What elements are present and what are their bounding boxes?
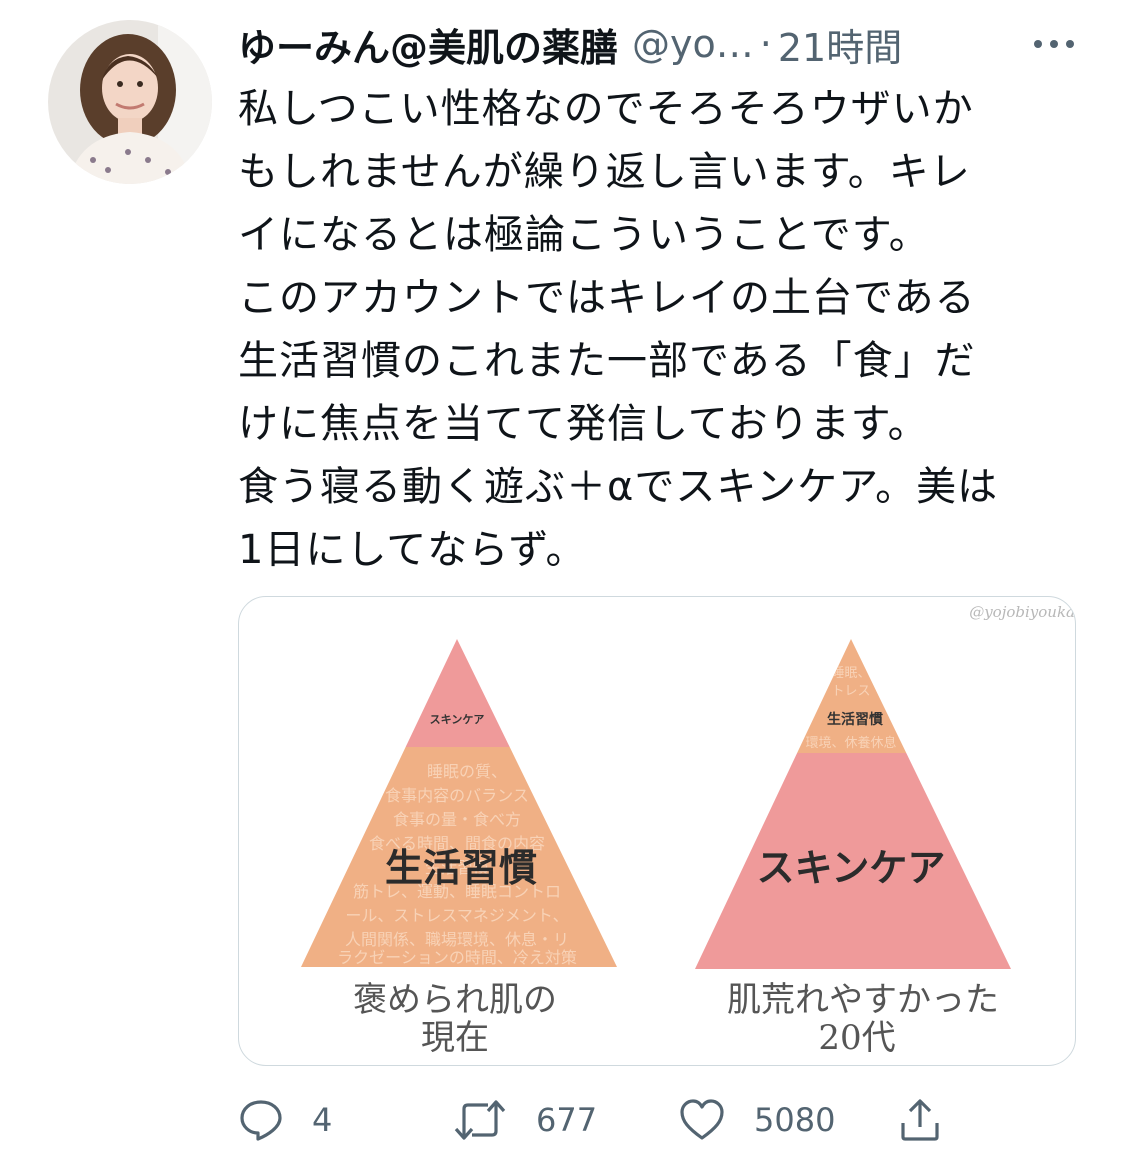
left-bg-text: 人間関係、職場環境、休息・リ bbox=[345, 930, 569, 949]
tweet-text-line: 生活習慣のこれまた一部である「食」だ bbox=[238, 338, 976, 384]
right-caption-line2: 20代 bbox=[818, 1018, 895, 1058]
left-bg-text: 食事の量・食べ方 bbox=[393, 810, 521, 829]
left-bg-text: ラクゼーションの時間、冷え対策 bbox=[337, 948, 577, 967]
share-button[interactable] bbox=[898, 1088, 942, 1152]
right-caption-line1: 肌荒れやすかった bbox=[727, 980, 999, 1020]
right-top-label: 生活習慣 bbox=[827, 711, 883, 728]
left-main-label: 生活習慣 bbox=[385, 846, 537, 890]
right-bg-text: トレス bbox=[831, 684, 870, 699]
reply-icon bbox=[240, 1100, 282, 1141]
left-caption-line2: 現在 bbox=[421, 1018, 489, 1058]
right-main-label: スキンケア bbox=[757, 846, 946, 890]
tweet-action-bar: 4 677 5080 bbox=[238, 1088, 998, 1152]
tweet-text-line: 食う寝る動く遊ぶ＋αでスキンケア。美は bbox=[238, 464, 999, 510]
pyramid-comparison-image: @yojobiyouka 睡眠の質、 食事内容のバランス 食事の量・食べ方 食べ… bbox=[301, 603, 1075, 1058]
retweet-button[interactable]: 677 bbox=[452, 1088, 597, 1152]
reply-button[interactable]: 4 bbox=[238, 1088, 332, 1152]
tweet-text-line: もしれませんが繰り返し言います。キレ bbox=[238, 149, 971, 195]
retweet-icon bbox=[454, 1100, 506, 1140]
tweet-text-line: けに焦点を当てて発信しております。 bbox=[238, 401, 929, 447]
left-bg-text: ール、ストレスマネジメント、 bbox=[345, 906, 568, 925]
right-bg-text: 睡眠、 bbox=[831, 666, 870, 681]
author-name[interactable]: ゆーみん@美肌の薬膳 bbox=[238, 17, 618, 72]
tweet-text-line: 1日にしてならず。 bbox=[238, 527, 587, 573]
left-bg-text: 睡眠の質、 bbox=[427, 762, 507, 781]
avatar-photo bbox=[48, 20, 212, 184]
header-separator: · bbox=[759, 22, 772, 66]
avatar[interactable] bbox=[48, 20, 212, 184]
image-watermark: @yojobiyouka bbox=[969, 603, 1075, 621]
left-top-label: スキンケア bbox=[430, 713, 485, 726]
author-handle[interactable]: @yo… bbox=[632, 22, 754, 66]
like-button[interactable]: 5080 bbox=[678, 1088, 835, 1152]
tweet-text-line: 私しつこい性格なのでそろそろウザいか bbox=[238, 86, 974, 132]
tweet-text-line: このアカウントではキレイの土台である bbox=[238, 275, 976, 321]
tweet-header: ゆーみん@美肌の薬膳 @yo… · 21時間 bbox=[238, 14, 1088, 74]
heart-icon bbox=[680, 1099, 724, 1140]
left-pyramid-top-tier bbox=[301, 639, 617, 747]
more-options-button[interactable] bbox=[1028, 22, 1080, 66]
left-caption-line1: 褒められ肌の bbox=[353, 980, 557, 1020]
right-bg-text: 環境、休養休息 bbox=[805, 735, 896, 751]
tweet-image-card[interactable]: @yojobiyouka 睡眠の質、 食事内容のバランス 食事の量・食べ方 食べ… bbox=[238, 596, 1076, 1066]
tweet-text-line: イになるとは極論こういうことです。 bbox=[238, 212, 930, 258]
tweet-timestamp[interactable]: 21時間 bbox=[778, 17, 902, 72]
reply-count: 4 bbox=[312, 1101, 333, 1139]
like-count: 5080 bbox=[754, 1101, 836, 1139]
share-icon bbox=[901, 1099, 939, 1141]
tweet-text: 私しつこい性格なのでそろそろウザいか もしれませんが繰り返し言います。キレ イに… bbox=[238, 78, 1088, 582]
left-bg-text: 食事内容のバランス bbox=[385, 786, 529, 805]
retweet-count: 677 bbox=[536, 1101, 598, 1139]
more-icon bbox=[1034, 40, 1074, 48]
right-pyramid: 睡眠、 トレス 環境、休養休息 bbox=[695, 639, 1011, 969]
